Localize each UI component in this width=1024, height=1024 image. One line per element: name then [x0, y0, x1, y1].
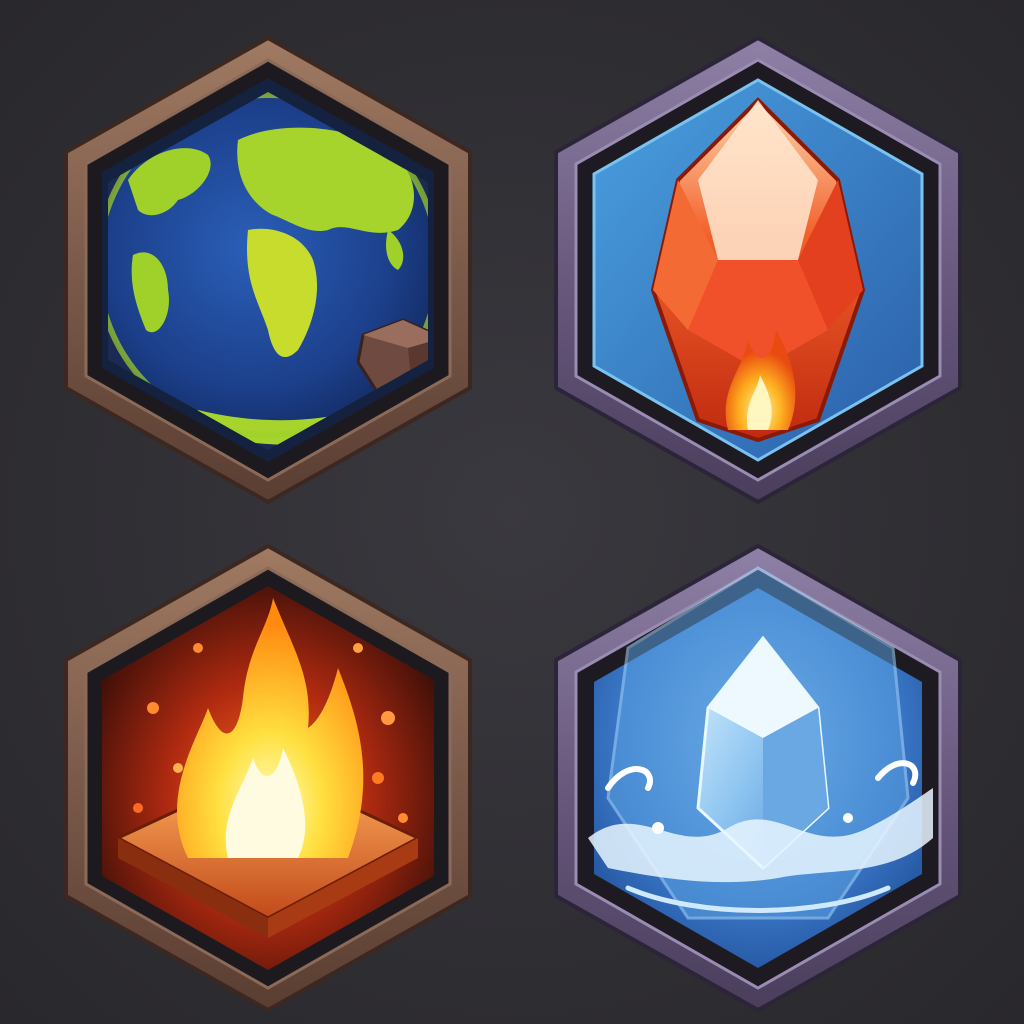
- water-crystal-icon: [554, 543, 962, 1013]
- water-element-icon[interactable]: [548, 538, 968, 1018]
- flame-icon: [64, 543, 472, 1013]
- fire-element-icon[interactable]: [58, 538, 478, 1018]
- fire-gem-icon: [554, 35, 962, 505]
- earth-element-icon[interactable]: [58, 30, 478, 510]
- earth-globe-icon: [64, 35, 472, 505]
- fire-gem-element-icon[interactable]: [548, 30, 968, 510]
